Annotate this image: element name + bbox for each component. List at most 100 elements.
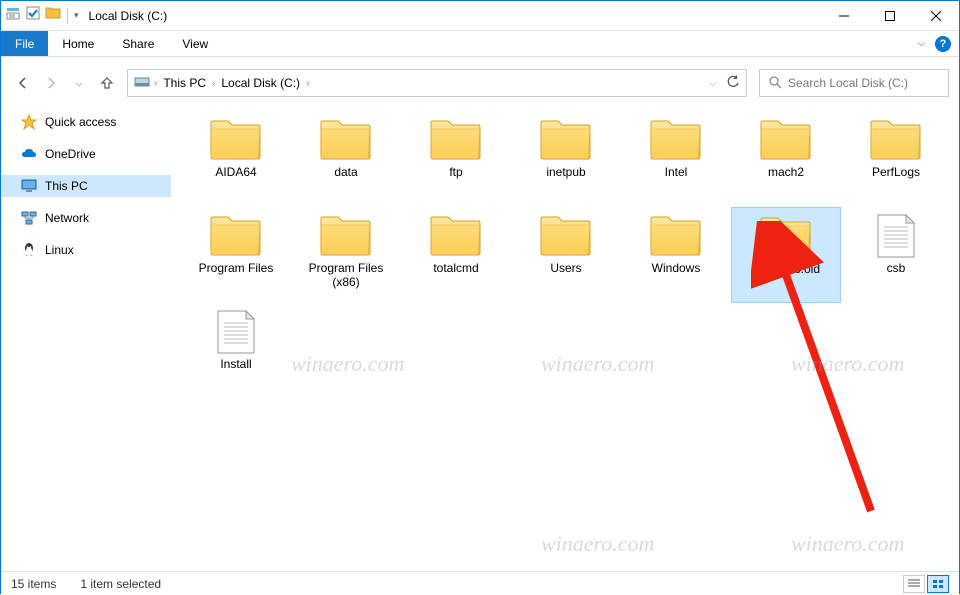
file-item[interactable]: Program Files (x86) [291, 207, 401, 303]
folder-icon [428, 117, 484, 163]
drive-icon [134, 74, 152, 93]
sidebar-item-quickaccess[interactable]: Quick access [1, 111, 171, 133]
checkmark-icon[interactable] [25, 5, 41, 26]
file-item-label: ftp [449, 165, 462, 179]
window-title: Local Disk (C:) [83, 9, 821, 23]
status-count: 15 items [11, 577, 56, 591]
file-item-label: Windows.old [752, 262, 820, 276]
details-view-button[interactable] [903, 575, 925, 593]
file-item[interactable]: Users [511, 207, 621, 303]
file-item[interactable]: Install [181, 303, 291, 399]
properties-icon[interactable] [5, 5, 21, 26]
file-item[interactable]: ftp [401, 111, 511, 207]
folder-icon [538, 117, 594, 163]
file-item-label: PerfLogs [872, 165, 920, 179]
sidebar-item-label: Linux [45, 243, 74, 257]
up-button[interactable] [95, 71, 119, 95]
ribbon-expand-icon[interactable]: ⌵ [917, 38, 925, 49]
watermark: winaero.com [791, 531, 904, 557]
ribbon: File Home Share View ⌵ ? [1, 31, 959, 57]
watermark: winaero.com [541, 531, 654, 557]
qat-dropdown-icon[interactable]: ▾ [74, 10, 79, 21]
chevron-right-icon[interactable]: › [154, 78, 157, 89]
help-icon[interactable]: ? [935, 36, 951, 52]
sidebar-item-label: Network [45, 211, 89, 225]
tab-share[interactable]: Share [108, 31, 168, 56]
file-tab[interactable]: File [1, 31, 48, 56]
file-item[interactable]: Windows.old [731, 207, 841, 303]
sidebar-item-label: OneDrive [45, 147, 96, 161]
folder-icon [428, 213, 484, 259]
onedrive-icon [21, 146, 37, 162]
watermark: winaero.com [291, 101, 404, 107]
folder-icon [208, 213, 264, 259]
file-item-label: Users [550, 261, 581, 275]
statusbar: 15 items 1 item selected [1, 571, 959, 595]
folder-icon [648, 117, 704, 163]
sidebar-item-label: Quick access [45, 115, 116, 129]
file-icon [208, 309, 264, 355]
file-item-label: Program Files (x86) [296, 261, 396, 290]
file-item-label: inetpub [546, 165, 585, 179]
tab-home[interactable]: Home [48, 31, 108, 56]
sidebar-item-thispc[interactable]: This PC [1, 175, 171, 197]
folder-icon [758, 117, 814, 163]
chevron-right-icon[interactable]: › [212, 78, 215, 89]
watermark: winaero.com [791, 101, 904, 107]
file-item[interactable]: Program Files [181, 207, 291, 303]
file-item-label: Windows [652, 261, 701, 275]
maximize-button[interactable] [867, 1, 913, 31]
refresh-icon[interactable] [726, 75, 740, 92]
folder-icon [538, 213, 594, 259]
icons-view-button[interactable] [927, 575, 949, 593]
file-item[interactable]: PerfLogs [841, 111, 951, 207]
file-item-label: data [334, 165, 357, 179]
file-item-label: AIDA64 [215, 165, 256, 179]
file-item[interactable]: Intel [621, 111, 731, 207]
sidebar: Quick access OneDrive This PC Network Li… [1, 101, 171, 571]
file-item[interactable]: Windows [621, 207, 731, 303]
navbar: ⌵ › This PC › Local Disk (C:) › ⌵ Search… [1, 65, 959, 101]
back-button[interactable] [11, 71, 35, 95]
file-icon [868, 213, 924, 259]
file-item-label: mach2 [768, 165, 804, 179]
file-item[interactable]: mach2 [731, 111, 841, 207]
sidebar-item-onedrive[interactable]: OneDrive [1, 143, 171, 165]
address-dropdown-icon[interactable]: ⌵ [709, 78, 716, 89]
folder-icon [758, 214, 814, 260]
minimize-button[interactable] [821, 1, 867, 31]
file-item[interactable]: csb [841, 207, 951, 303]
chevron-right-icon[interactable]: › [306, 78, 309, 89]
forward-button[interactable] [39, 71, 63, 95]
file-item[interactable]: AIDA64 [181, 111, 291, 207]
folder-icon [318, 213, 374, 259]
file-item-label: Program Files [199, 261, 274, 275]
titlebar: ▾ Local Disk (C:) [1, 1, 959, 31]
status-selected: 1 item selected [80, 577, 161, 591]
address-bar[interactable]: › This PC › Local Disk (C:) › ⌵ [127, 69, 747, 97]
breadcrumb-thispc[interactable]: This PC [159, 70, 210, 96]
file-item[interactable]: inetpub [511, 111, 621, 207]
folder-small-icon[interactable] [45, 5, 61, 26]
content-pane[interactable]: AIDA64 data ftp inetpub Intel mach2 PerfLogs Pr… [171, 101, 959, 571]
search-placeholder: Search Local Disk (C:) [788, 76, 908, 90]
file-item-label: csb [887, 261, 906, 275]
folder-icon [868, 117, 924, 163]
search-icon [768, 75, 782, 92]
file-item-label: Install [220, 357, 251, 371]
file-item[interactable]: data [291, 111, 401, 207]
tab-view[interactable]: View [168, 31, 222, 56]
folder-icon [318, 117, 374, 163]
folder-icon [648, 213, 704, 259]
close-button[interactable] [913, 1, 959, 31]
sidebar-item-network[interactable]: Network [1, 207, 171, 229]
sidebar-item-linux[interactable]: Linux [1, 239, 171, 261]
file-item-label: totalcmd [433, 261, 478, 275]
file-item[interactable]: totalcmd [401, 207, 511, 303]
recent-dropdown[interactable]: ⌵ [67, 71, 91, 95]
search-input[interactable]: Search Local Disk (C:) [759, 69, 949, 97]
qat-separator [67, 8, 68, 24]
file-item-label: Intel [665, 165, 688, 179]
sidebar-item-label: This PC [45, 179, 88, 193]
breadcrumb-drive[interactable]: Local Disk (C:) [217, 70, 304, 96]
